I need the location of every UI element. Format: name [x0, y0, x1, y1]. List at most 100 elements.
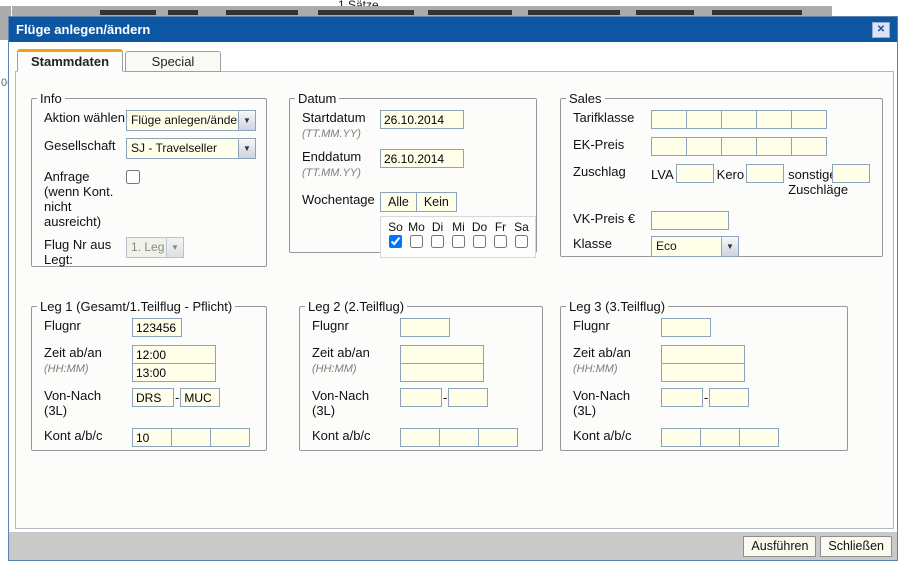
- flights-dialog: Flüge anlegen/ändern ✕ Stammdaten Specia…: [8, 16, 898, 561]
- leg2-zeit-ab-input[interactable]: [400, 345, 484, 364]
- von-nach-dash: -: [175, 390, 179, 405]
- leg3-zeit-ab-input[interactable]: [661, 345, 745, 364]
- aktion-label: Aktion wählen: [44, 110, 126, 125]
- kero-label: Kero: [717, 167, 744, 182]
- leg1-zeit-ab-input[interactable]: [132, 345, 216, 364]
- kein-button[interactable]: Kein: [416, 192, 457, 212]
- tarifklasse-input-2[interactable]: [686, 110, 722, 129]
- leg1-kont-b-input[interactable]: [171, 428, 211, 447]
- leg2-zeit-an-input[interactable]: [400, 363, 484, 382]
- close-icon[interactable]: ✕: [872, 22, 890, 38]
- startdatum-input[interactable]: [380, 110, 464, 129]
- weekday-sa-checkbox[interactable]: [515, 235, 528, 248]
- tarifklasse-input-3[interactable]: [721, 110, 757, 129]
- weekday-so: So: [385, 220, 406, 257]
- weekday-mo: Mo: [406, 220, 427, 257]
- leg2-legend: Leg 2 (2.Teilflug): [305, 299, 407, 314]
- leg1-zeit-hint: (HH:MM): [44, 363, 89, 375]
- leg3-kont-a-input[interactable]: [661, 428, 701, 447]
- klasse-select[interactable]: Eco ▼: [651, 236, 739, 257]
- ek-preis-input-1[interactable]: [651, 137, 687, 156]
- weekday-mo-checkbox[interactable]: [410, 235, 423, 248]
- weekday-mi-checkbox[interactable]: [452, 235, 465, 248]
- gesellschaft-select[interactable]: SJ - Travelseller ▼: [126, 138, 256, 159]
- weekday-so-checkbox[interactable]: [389, 235, 402, 248]
- leg2-flugnr-input[interactable]: [400, 318, 450, 337]
- anfrage-checkbox[interactable]: [126, 170, 140, 184]
- tab-content-panel: Info Aktion wählen Flüge anlegen/ändern …: [15, 71, 894, 529]
- leg3-zeit-label: Zeit ab/an (HH:MM): [573, 345, 661, 376]
- weekday-mi: Mi: [448, 220, 469, 257]
- klasse-select-value: Eco: [652, 237, 721, 256]
- info-group: Info Aktion wählen Flüge anlegen/ändern …: [31, 91, 267, 267]
- leg1-von-nach-label: Von-Nach (3L): [44, 388, 132, 418]
- ek-preis-input-4[interactable]: [756, 137, 792, 156]
- schliessen-button[interactable]: Schließen: [820, 536, 892, 557]
- alle-button[interactable]: Alle: [380, 192, 417, 212]
- tarifklasse-input-1[interactable]: [651, 110, 687, 129]
- tab-bar: Stammdaten Special: [17, 49, 223, 72]
- sales-group: Sales Tarifklasse EK-Preis: [560, 91, 883, 257]
- tab-special[interactable]: Special: [125, 51, 221, 72]
- enddatum-input[interactable]: [380, 149, 464, 168]
- tarifklasse-label: Tarifklasse: [573, 110, 651, 125]
- leg3-nach-input[interactable]: [709, 388, 749, 407]
- weekday-sa: Sa: [511, 220, 532, 257]
- leg1-von-input[interactable]: [132, 388, 174, 407]
- leg3-von-input[interactable]: [661, 388, 703, 407]
- dialog-title: Flüge anlegen/ändern: [16, 22, 150, 37]
- chevron-down-icon[interactable]: ▼: [238, 111, 255, 130]
- ek-preis-input-2[interactable]: [686, 137, 722, 156]
- leg2-von-input[interactable]: [400, 388, 442, 407]
- dialog-footer: Ausführen Schließen: [9, 532, 897, 560]
- leg2-kont-c-input[interactable]: [478, 428, 518, 447]
- flug-nr-aus-select[interactable]: 1. Leg ▼: [126, 237, 184, 258]
- vk-preis-input[interactable]: [651, 211, 729, 230]
- ek-preis-input-5[interactable]: [791, 137, 827, 156]
- leg1-kont-c-input[interactable]: [210, 428, 250, 447]
- gesellschaft-select-value: SJ - Travelseller: [127, 139, 238, 158]
- leg1-nach-input[interactable]: [180, 388, 220, 407]
- sonstige-zuschlaege-input[interactable]: [832, 164, 870, 183]
- weekday-di-checkbox[interactable]: [431, 235, 444, 248]
- wochentage-label: Wochentage: [302, 192, 380, 207]
- flug-nr-aus-label: Flug Nr aus Legt:: [44, 237, 126, 267]
- leg3-zeit-an-input[interactable]: [661, 363, 745, 382]
- weekday-di: Di: [427, 220, 448, 257]
- sales-legend: Sales: [566, 91, 605, 106]
- ek-preis-input-3[interactable]: [721, 137, 757, 156]
- weekday-do: Do: [469, 220, 490, 257]
- aktion-select-value: Flüge anlegen/ändern: [127, 111, 238, 130]
- leg2-nach-input[interactable]: [448, 388, 488, 407]
- ausfuehren-button[interactable]: Ausführen: [743, 536, 816, 557]
- leg3-flugnr-input[interactable]: [661, 318, 711, 337]
- tab-stammdaten[interactable]: Stammdaten: [17, 49, 123, 72]
- startdatum-label: Startdatum (TT.MM.YY): [302, 110, 380, 141]
- leg2-zeit-label: Zeit ab/an (HH:MM): [312, 345, 400, 376]
- leg1-flugnr-input[interactable]: [132, 318, 182, 337]
- weekday-panel: So Mo Di Mi Do Fr Sa: [380, 216, 536, 258]
- leg3-kont-b-input[interactable]: [700, 428, 740, 447]
- weekday-fr-checkbox[interactable]: [494, 235, 507, 248]
- enddatum-label: Enddatum (TT.MM.YY): [302, 149, 380, 180]
- tarifklasse-input-4[interactable]: [756, 110, 792, 129]
- enddatum-format-hint: (TT.MM.YY): [302, 167, 361, 179]
- chevron-down-icon[interactable]: ▼: [238, 139, 255, 158]
- zuschlag-label: Zuschlag: [573, 164, 651, 179]
- leg1-kont-a-input[interactable]: [132, 428, 172, 447]
- tarifklasse-input-5[interactable]: [791, 110, 827, 129]
- leg2-kont-a-input[interactable]: [400, 428, 440, 447]
- chevron-down-icon[interactable]: ▼: [721, 237, 738, 256]
- gesellschaft-label: Gesellschaft: [44, 138, 126, 153]
- kero-input[interactable]: [746, 164, 784, 183]
- leg3-kont-c-input[interactable]: [739, 428, 779, 447]
- leg3-group: Leg 3 (3.Teilflug) Flugnr Zeit ab/an (HH…: [560, 299, 848, 451]
- lva-input[interactable]: [676, 164, 714, 183]
- leg1-legend: Leg 1 (Gesamt/1.Teilflug - Pflicht): [37, 299, 235, 314]
- leg2-kont-b-input[interactable]: [439, 428, 479, 447]
- background-grid-header: [12, 6, 832, 16]
- weekday-do-checkbox[interactable]: [473, 235, 486, 248]
- leg1-zeit-an-input[interactable]: [132, 363, 216, 382]
- leg1-flugnr-label: Flugnr: [44, 318, 132, 333]
- aktion-select[interactable]: Flüge anlegen/ändern ▼: [126, 110, 256, 131]
